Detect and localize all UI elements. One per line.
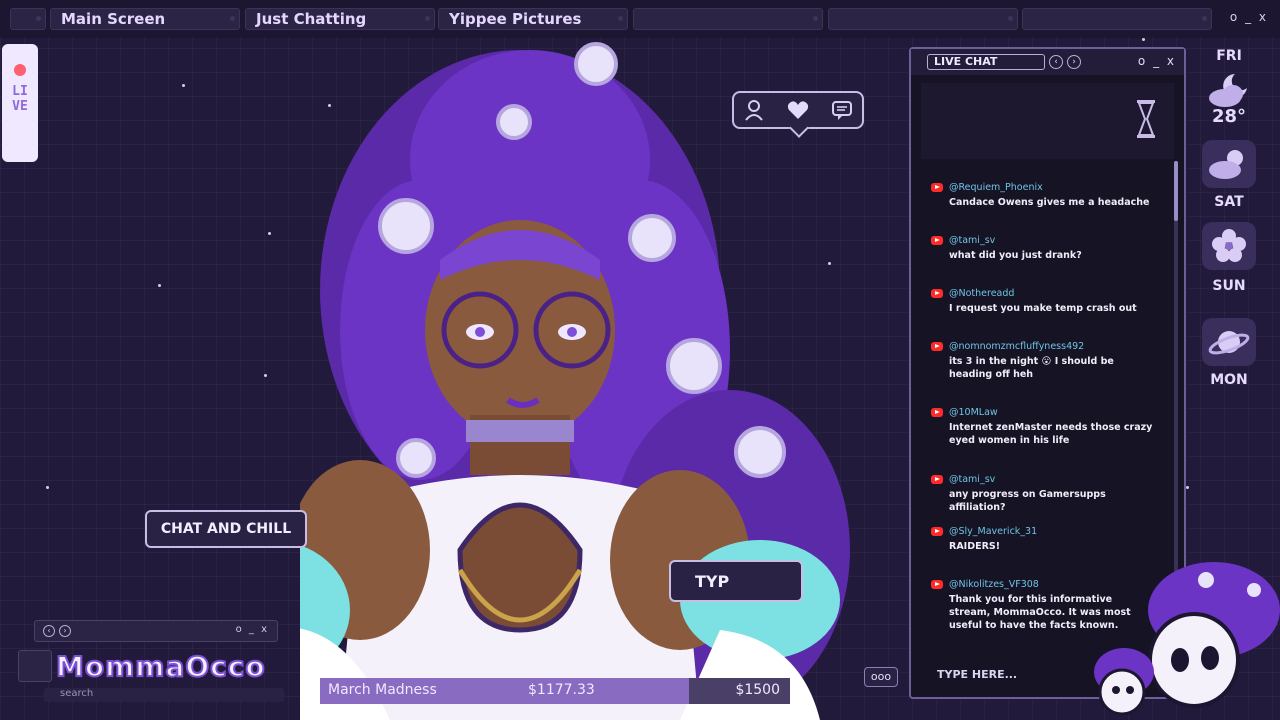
user-icon[interactable] <box>742 98 766 122</box>
window-controls[interactable]: o _ x <box>1230 10 1268 24</box>
tab-dot <box>1202 16 1207 21</box>
planet-icon <box>1202 318 1256 366</box>
youtube-icon <box>931 236 943 245</box>
tab-main-screen[interactable]: Main Screen <box>50 8 240 30</box>
chat-header: LIVE CHAT ‹ › o _ x <box>911 49 1184 75</box>
chibi-mascot-art <box>1094 562 1280 716</box>
chat-message-text: any progress on Gamersupps affiliation? <box>949 489 1106 513</box>
tab-label: Main Screen <box>61 10 166 28</box>
chat-message-text: RAIDERS! <box>949 541 1001 552</box>
tab-label: Just Chatting <box>256 10 367 28</box>
forecast-temperature: 28° <box>1211 106 1247 127</box>
search-bar[interactable]: search <box>44 688 284 702</box>
goal-current-amount: $1177.33 <box>528 682 595 698</box>
more-options-button[interactable]: ooo <box>864 667 898 687</box>
chat-back-icon[interactable]: ‹ <box>1049 55 1063 69</box>
youtube-icon <box>931 408 943 417</box>
logo-square <box>18 650 52 682</box>
youtube-icon <box>931 342 943 351</box>
chat-username[interactable]: @Nothereadd <box>949 288 1014 299</box>
chat-message-text: its 3 in the night 😮 I should be heading… <box>949 356 1114 380</box>
tab-dot <box>618 16 623 21</box>
star-decoration <box>46 486 49 489</box>
chat-username[interactable]: @tami_sv <box>949 235 995 246</box>
forecast-day-label: MON <box>1210 372 1248 388</box>
tab-dot <box>813 16 818 21</box>
chat-input-placeholder: TYPE HERE... <box>937 668 1018 681</box>
chat-username[interactable]: @10MLaw <box>949 407 998 418</box>
tab-empty[interactable] <box>828 8 1018 30</box>
tab-dot <box>230 16 235 21</box>
tab-dot <box>36 16 41 21</box>
goal-name: March Madness <box>328 682 437 698</box>
star-decoration <box>1186 486 1189 489</box>
chat-forward-icon[interactable]: › <box>1067 55 1081 69</box>
forecast-day-label: SUN <box>1212 278 1246 294</box>
chat-bubble-icon[interactable] <box>830 98 854 122</box>
hourglass-icon <box>1137 100 1155 138</box>
flower-icon <box>1202 222 1256 270</box>
youtube-icon <box>931 475 943 484</box>
chat-window-controls[interactable]: o _ x <box>1138 54 1176 68</box>
chat-username[interactable]: @Sly_Maverick_31 <box>949 526 1037 537</box>
mini-window-controls[interactable]: o _ x <box>236 624 269 635</box>
search-label: search <box>60 688 94 699</box>
star-decoration <box>264 374 267 377</box>
tab-dot <box>1008 16 1013 21</box>
tab-dot <box>425 16 430 21</box>
chat-message-text: what did you just drank? <box>949 250 1082 261</box>
goal-target-amount: $1500 <box>735 682 780 698</box>
youtube-icon <box>931 289 943 298</box>
sun-cloud-icon <box>1202 140 1256 188</box>
reaction-bubble <box>732 91 864 138</box>
chat-username[interactable]: @Nikolitzes_VF308 <box>949 579 1039 590</box>
tab-just-chatting[interactable]: Just Chatting <box>245 8 435 30</box>
tab-yippee-pictures[interactable]: Yippee Pictures <box>438 8 628 30</box>
star-decoration <box>158 284 161 287</box>
chat-title: LIVE CHAT <box>927 54 1045 70</box>
logo-mini-window: ‹ › o _ x <box>34 620 278 642</box>
chat-scroll-thumb[interactable] <box>1174 161 1178 221</box>
tab-label: Yippee Pictures <box>449 10 582 28</box>
typ-label: TYP <box>695 572 730 591</box>
donation-goal-bar: March Madness $1177.33 $1500 <box>320 678 790 704</box>
forecast-day-label: SAT <box>1214 194 1244 210</box>
chat-message-text: Candace Owens gives me a headache <box>949 197 1150 208</box>
tab-blank-left[interactable] <box>10 8 46 30</box>
live-label: LIVE <box>12 84 28 114</box>
star-decoration <box>268 232 271 235</box>
chat-and-chill-bubble: CHAT AND CHILL <box>145 510 307 548</box>
chat-header-area <box>921 83 1174 159</box>
back-arrow-icon[interactable]: ‹ <box>43 625 55 637</box>
tab-empty[interactable] <box>1022 8 1212 30</box>
forecast-day-label: FRI <box>1216 48 1242 64</box>
youtube-icon <box>931 527 943 536</box>
live-dot-icon <box>14 64 26 76</box>
channel-logo: MommaOcco <box>55 649 266 684</box>
star-decoration <box>1142 38 1145 41</box>
chat-message-text: I request you make temp crash out <box>949 303 1137 314</box>
chat-username[interactable]: @nomnomzmcfluffyness492 <box>949 341 1084 352</box>
star-decoration <box>182 84 185 87</box>
chat-message-text: Internet zenMaster needs those crazy eye… <box>949 422 1153 446</box>
live-badge: LIVE <box>2 44 38 162</box>
tab-empty[interactable] <box>633 8 823 30</box>
chat-username[interactable]: @tami_sv <box>949 474 995 485</box>
forward-arrow-icon[interactable]: › <box>59 625 71 637</box>
chat-and-chill-label: CHAT AND CHILL <box>160 521 292 537</box>
youtube-icon <box>931 580 943 589</box>
typ-bubble: TYP <box>669 560 803 602</box>
chat-username[interactable]: @Requiem_Phoenix <box>949 182 1043 193</box>
youtube-icon <box>931 183 943 192</box>
streamer-avatar-art <box>300 42 850 720</box>
